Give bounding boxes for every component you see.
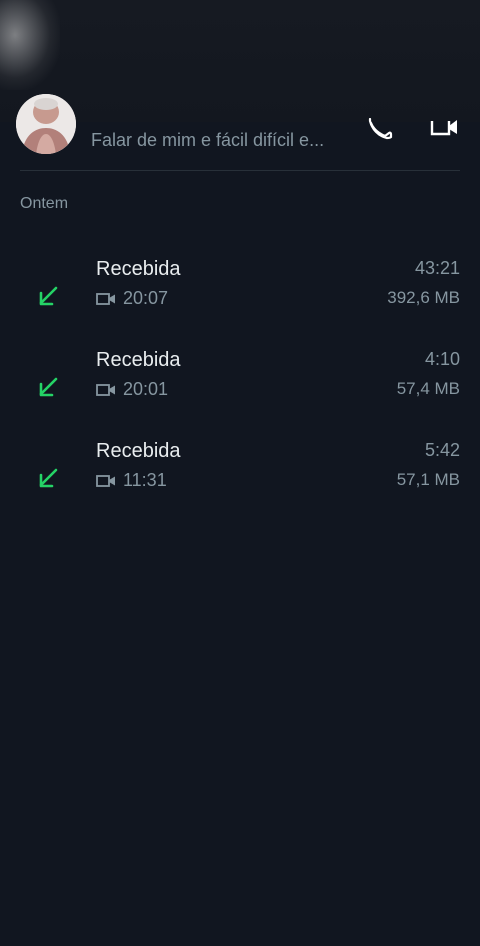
call-type-label: Recebida (96, 349, 181, 371)
blurred-top-area (0, 0, 480, 122)
video-camera-icon (96, 474, 115, 487)
call-time: 11:31 (123, 470, 167, 490)
call-meta: 20:01 (96, 379, 168, 400)
incoming-arrow-icon (39, 286, 58, 306)
contact-header[interactable]: Falar de mim e fácil difícil e... (0, 94, 480, 170)
header-divider (20, 170, 460, 171)
call-data-size: 57,1 MB (396, 470, 460, 489)
video-call-icon[interactable] (430, 118, 460, 145)
call-time: 20:07 (123, 288, 169, 308)
call-duration: 43:21 (414, 258, 460, 278)
call-meta: 11:31 (96, 470, 167, 491)
video-camera-icon (96, 292, 115, 305)
incoming-arrow-icon (39, 377, 58, 397)
contact-status: Falar de mim e fácil difícil e... (91, 130, 325, 150)
call-row[interactable]: Recebida 11:31 5:42 57,1 MB (0, 440, 480, 530)
call-type-label: Recebida (96, 258, 181, 280)
phone-icon[interactable] (368, 117, 394, 145)
call-duration: 4:10 (424, 349, 460, 369)
call-time: 20:01 (123, 379, 169, 399)
incoming-arrow-icon (39, 468, 58, 488)
date-section-label: Ontem (20, 195, 69, 212)
avatar-image (16, 94, 76, 154)
video-camera-icon (96, 383, 115, 396)
call-type-label: Recebida (96, 440, 181, 462)
call-data-size: 57,4 MB (396, 379, 460, 398)
call-meta: 20:07 (96, 288, 168, 309)
call-data-size: 392,6 MB (387, 288, 460, 307)
call-duration: 5:42 (424, 440, 460, 460)
call-row[interactable]: Recebida 20:07 43:21 392,6 MB (0, 258, 480, 348)
call-info-screen: Falar de mim e fácil difícil e... Ontem … (0, 0, 480, 946)
avatar[interactable] (16, 94, 76, 154)
call-row[interactable]: Recebida 20:01 4:10 57,4 MB (0, 349, 480, 439)
